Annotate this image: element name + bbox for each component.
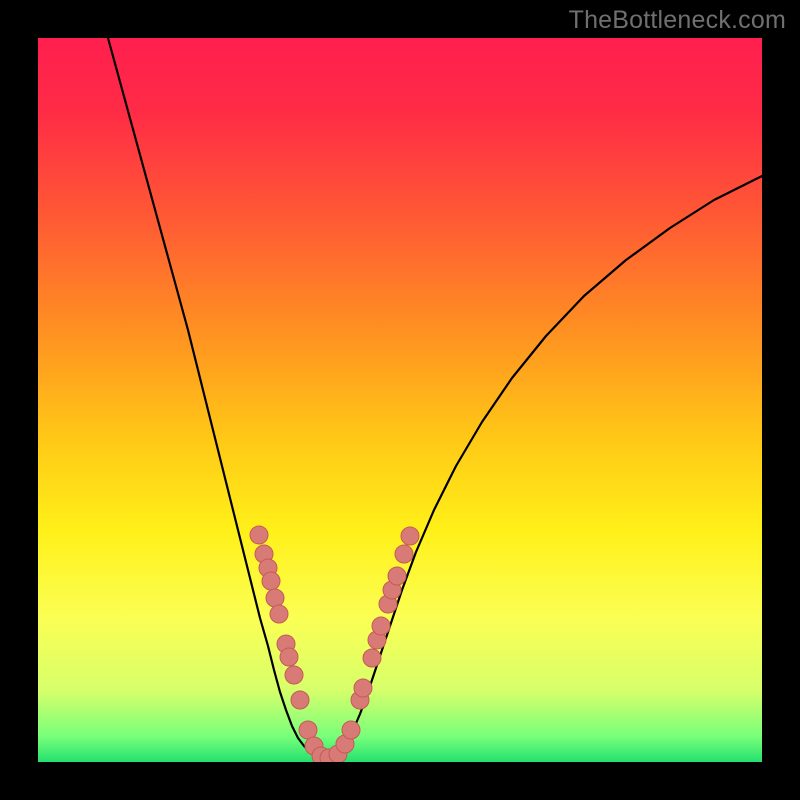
curve-marker bbox=[388, 567, 406, 585]
curve-marker bbox=[280, 648, 298, 666]
curve-marker bbox=[363, 649, 381, 667]
gradient-background bbox=[38, 38, 762, 762]
plot-area bbox=[38, 38, 762, 762]
curve-marker bbox=[262, 572, 280, 590]
curve-marker bbox=[395, 545, 413, 563]
watermark-label: TheBottleneck.com bbox=[569, 6, 786, 35]
curve-marker bbox=[299, 721, 317, 739]
outer-frame: TheBottleneck.com bbox=[0, 0, 800, 800]
gradient-chart bbox=[38, 38, 762, 762]
curve-marker bbox=[354, 679, 372, 697]
curve-marker bbox=[372, 617, 390, 635]
curve-marker bbox=[285, 666, 303, 684]
curve-marker bbox=[266, 589, 284, 607]
curve-marker bbox=[291, 691, 309, 709]
curve-marker bbox=[342, 721, 360, 739]
curve-marker bbox=[270, 605, 288, 623]
curve-marker bbox=[401, 527, 419, 545]
curve-marker bbox=[250, 526, 268, 544]
